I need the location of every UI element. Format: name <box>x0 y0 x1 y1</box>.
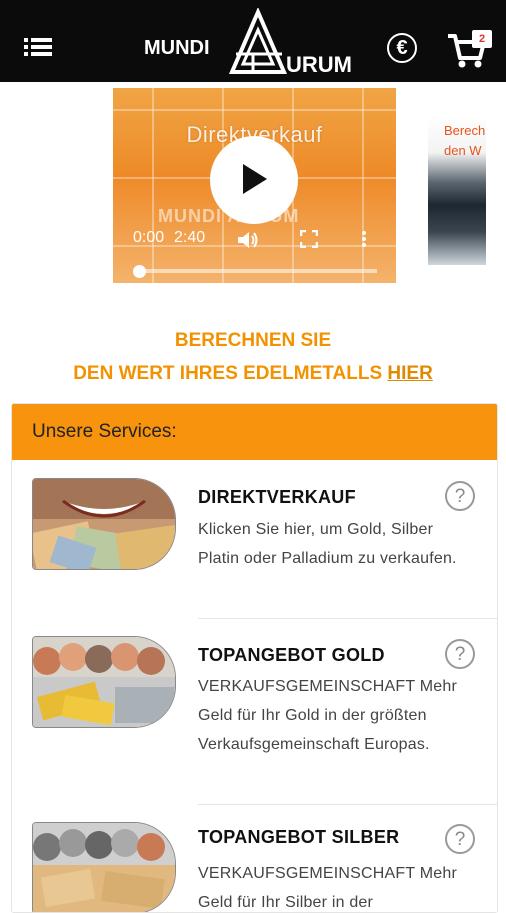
service-title-topangebot-silber[interactable]: TOPANGEBOT SILBER <box>198 827 399 848</box>
service-description-topangebot-silber: VERKAUFSGEMEINSCHAFT Mehr Geld für Ihr S… <box>198 865 457 911</box>
cart-count-badge: 2 <box>472 30 492 48</box>
service-divider <box>198 804 497 805</box>
help-icon[interactable]: ? <box>445 824 475 854</box>
service-title-direktverkauf[interactable]: DIREKTVERKAUF <box>198 487 356 508</box>
calculator-heading-line2: DEN WERT IHRES EDELMETALLS HIER <box>0 363 506 385</box>
services-panel: Unsere Services: DIREKTVERKAUF ? Klicken… <box>11 403 498 913</box>
secondary-video-title: Berech den W <box>444 121 485 161</box>
calculator-link[interactable]: HIER <box>387 363 432 384</box>
service-divider <box>198 618 497 619</box>
volume-icon[interactable] <box>237 230 259 255</box>
more-options-icon[interactable] <box>361 230 367 253</box>
video-seek-bar[interactable] <box>137 269 377 273</box>
currency-euro-button[interactable]: € <box>387 33 417 63</box>
service-image-topangebot-silber[interactable] <box>32 822 176 912</box>
video-player[interactable]: Direktverkauf MUNDI AURUM 0:00 2:40 <box>113 88 396 283</box>
service-description-topangebot-gold: VERKAUFSGEMEINSCHAFT Mehr Geld für Ihr G… <box>198 678 457 753</box>
services-heading: Unsere Services: <box>12 404 497 460</box>
service-title-topangebot-gold[interactable]: TOPANGEBOT GOLD <box>198 645 385 666</box>
menu-icon[interactable] <box>24 35 54 59</box>
service-description-direktverkauf: Klicken Sie hier, um Gold, Silber Platin… <box>198 521 457 567</box>
fullscreen-icon[interactable] <box>299 229 319 253</box>
play-button[interactable] <box>210 136 298 224</box>
calculator-heading-text: DEN WERT IHRES EDELMETALLS <box>73 363 383 384</box>
logo-text-mundi: MUNDI <box>144 37 210 59</box>
video-current-time: 0:00 <box>133 229 165 246</box>
app-header: MUNDI URUM € 2 <box>0 0 506 82</box>
secondary-video-title-line1: Berech <box>444 123 486 138</box>
help-icon[interactable]: ? <box>445 481 475 511</box>
mundi-aurum-logo[interactable]: MUNDI URUM <box>140 6 372 78</box>
service-image-topangebot-gold[interactable] <box>32 636 176 728</box>
logo-text-urum: URUM <box>286 52 352 77</box>
video-seek-handle[interactable] <box>133 265 146 278</box>
help-icon[interactable]: ? <box>445 639 475 669</box>
play-icon <box>243 164 267 194</box>
secondary-video-title-line2: den W <box>444 143 482 158</box>
video-player-secondary[interactable]: Berech den W <box>428 115 486 265</box>
video-duration: 2:40 <box>174 229 206 246</box>
calculator-heading-line1: BERECHNEN SIE <box>174 330 332 351</box>
service-image-direktverkauf[interactable] <box>32 478 176 570</box>
